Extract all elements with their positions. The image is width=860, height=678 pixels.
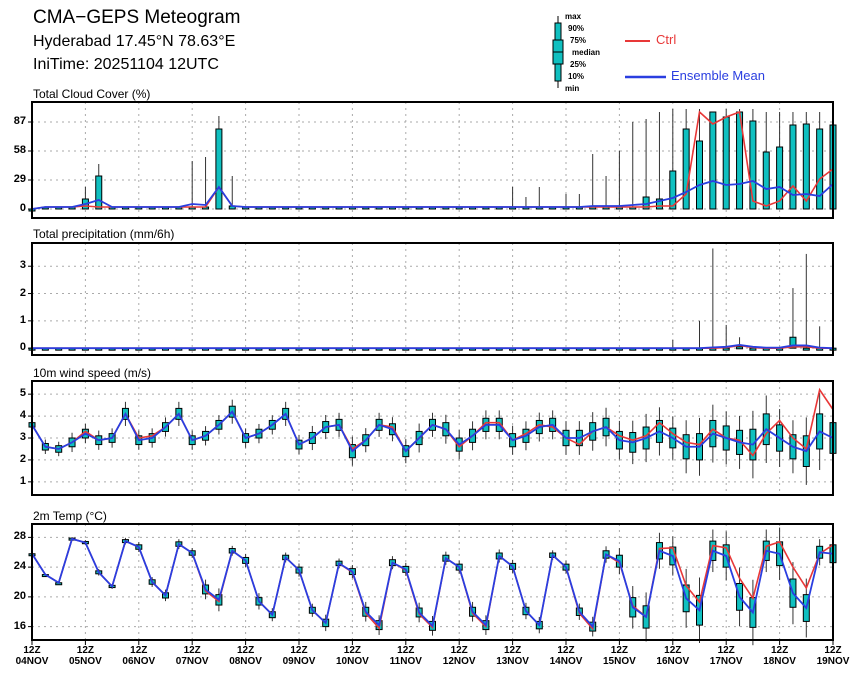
legend-box-label: 10% <box>568 72 585 81</box>
x-date-label: 13NOV <box>496 656 529 667</box>
x-hour-label: 12Z <box>23 645 41 656</box>
box <box>789 124 797 210</box>
y-tick-label: 2 <box>19 286 26 299</box>
box <box>736 346 744 350</box>
legend-box-label: 90% <box>568 24 585 33</box>
x-date-label: 06NOV <box>122 656 156 667</box>
x-date-label: 09NOV <box>282 656 316 667</box>
x-date-label: 05NOV <box>68 656 102 667</box>
init-time-label: IniTime: 20251104 12UTC <box>33 56 219 73</box>
meteogram-plot <box>28 16 837 646</box>
y-tick-label: 28 <box>13 530 26 543</box>
x-date-label: 17NOV <box>709 656 743 667</box>
y-tick-label: 20 <box>13 589 26 602</box>
box <box>696 140 703 210</box>
x-date-label: 11NOV <box>389 656 422 667</box>
x-hour-label: 12Z <box>450 645 468 656</box>
x-hour-label: 12Z <box>236 645 255 656</box>
x-date-label: 04NOV <box>15 656 49 667</box>
legend-ctrl-label: Ctrl <box>656 32 677 47</box>
x-date-label: 08NOV <box>229 656 262 667</box>
box <box>95 175 103 210</box>
y-tick-label: 16 <box>13 619 26 632</box>
panel-0 <box>28 101 837 219</box>
x-hour-label: 12Z <box>290 645 308 656</box>
y-tick-label: 58 <box>13 144 26 156</box>
x-hour-label: 12Z <box>824 645 842 656</box>
location-label: Hyderabad 17.45°N 78.63°E <box>33 33 236 50</box>
box <box>709 111 717 210</box>
x-hour-label: 12Z <box>610 645 628 656</box>
box <box>762 151 770 210</box>
meteogram: CMA−GEPS Meteogram Hyderabad 17.45°N 78.… <box>0 0 860 678</box>
y-tick-label: 0 <box>19 202 26 214</box>
legend-box-label: 75% <box>570 36 587 45</box>
x-hour-label: 12Z <box>557 645 575 656</box>
y-tick-label: 1 <box>19 474 26 487</box>
x-hour-label: 12Z <box>717 645 735 656</box>
box <box>802 347 810 351</box>
box <box>682 128 690 210</box>
y-tick-label: 29 <box>13 173 26 185</box>
chart-title: CMA−GEPS Meteogram <box>33 7 241 28</box>
x-hour-label: 12Z <box>343 645 361 656</box>
x-date-label: 14NOV <box>549 656 583 667</box>
y-tick-label: 3 <box>19 431 26 443</box>
x-date-label: 12NOV <box>442 656 476 667</box>
panel-2 <box>28 380 837 496</box>
box <box>722 116 730 210</box>
panel-title: Total Cloud Cover (%) <box>33 87 151 101</box>
x-hour-label: 12Z <box>397 645 415 656</box>
legend-box-label: max <box>565 12 582 21</box>
x-hour-label: 12Z <box>183 645 201 656</box>
y-tick-label: 1 <box>19 313 26 326</box>
x-hour-label: 12Z <box>664 645 682 656</box>
y-tick-label: 0 <box>19 341 26 354</box>
panel-title: 2m Temp (°C) <box>33 509 107 523</box>
x-date-label: 18NOV <box>763 656 796 667</box>
legend-box-label: 25% <box>570 60 587 69</box>
x-hour-label: 12Z <box>130 645 148 656</box>
y-tick-label: 24 <box>13 560 26 573</box>
y-tick-label: 2 <box>19 452 26 465</box>
legend-box-label: min <box>565 84 580 93</box>
panel-title: Total precipitation (mm/6h) <box>33 227 175 241</box>
x-date-label: 19NOV <box>816 656 850 667</box>
x-hour-label: 12Z <box>770 645 789 656</box>
panel-1 <box>28 242 837 356</box>
panel-title: 10m wind speed (m/s) <box>33 366 152 380</box>
y-tick-label: 4 <box>19 409 26 422</box>
x-hour-label: 12Z <box>76 645 94 656</box>
panel-3 <box>28 523 837 646</box>
x-date-label: 10NOV <box>335 656 369 667</box>
legend-box-label: median <box>572 48 601 57</box>
legend-mean-label: Ensemble Mean <box>671 68 765 83</box>
x-hour-label: 12Z <box>503 645 522 656</box>
x-date-label: 15NOV <box>602 656 636 667</box>
ensemble-mean-line <box>31 537 834 629</box>
box <box>215 128 223 210</box>
box <box>816 128 824 210</box>
y-tick-label: 5 <box>19 387 26 400</box>
x-date-label: 07NOV <box>175 656 209 667</box>
y-tick-label: 3 <box>19 259 26 272</box>
x-date-label: 16NOV <box>656 656 690 667</box>
y-tick-label: 87 <box>13 115 26 127</box>
